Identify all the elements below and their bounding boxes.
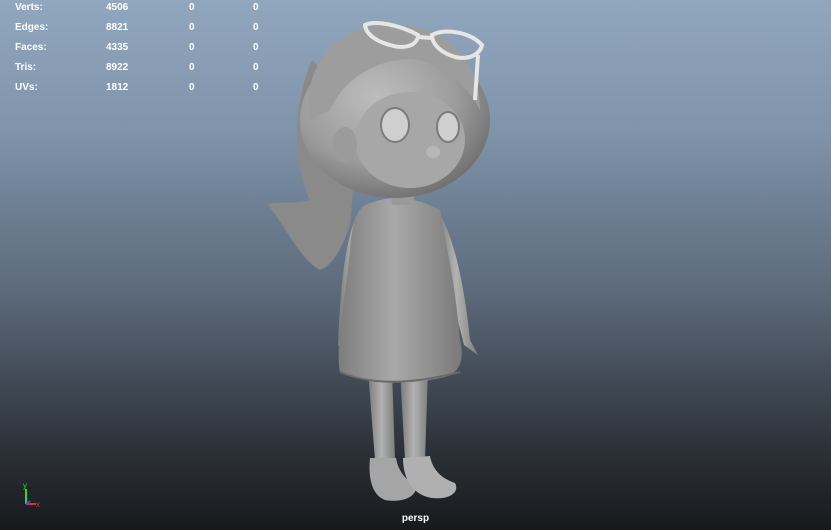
hud-row-uvs: UVs: 1812 0 0: [15, 80, 275, 100]
hud-value: 0: [189, 22, 195, 33]
hud-value: 0: [189, 42, 195, 53]
axis-gizmo-icon: y x: [23, 481, 40, 509]
hud-value: 0: [253, 2, 259, 13]
hud-label: Verts:: [15, 2, 43, 13]
hud-row-edges: Edges: 8821 0 0: [15, 20, 275, 40]
camera-name-label: persp: [401, 513, 430, 524]
hud-value: 0: [189, 82, 195, 93]
hud-row-faces: Faces: 4335 0 0: [15, 40, 275, 60]
hud-label: UVs:: [15, 82, 38, 93]
hud-value: 4335: [106, 42, 129, 53]
hud-label: Edges:: [15, 22, 49, 33]
hud-value: 4506: [106, 2, 129, 13]
hud-value: 0: [253, 82, 259, 93]
hud-value: 1812: [106, 82, 129, 93]
hud-value: 0: [253, 62, 259, 73]
hud-value: 0: [253, 22, 259, 33]
hud-label: Tris:: [15, 62, 37, 73]
hud-value: 0: [253, 42, 259, 53]
hud-value: 0: [189, 62, 195, 73]
x-axis-label: x: [36, 500, 40, 509]
3d-viewport[interactable]: Verts: 4506 0 0 Edges: 8821 0 0 Faces: 4…: [0, 0, 831, 530]
hud-value: 8821: [106, 22, 129, 33]
hud-value: 8922: [106, 62, 129, 73]
hud-row-tris: Tris: 8922 0 0: [15, 60, 275, 80]
hud-row-verts: Verts: 4506 0 0: [15, 0, 275, 20]
y-axis-label: y: [23, 481, 27, 490]
hud-value: 0: [189, 2, 195, 13]
hud-label: Faces:: [15, 42, 47, 53]
poly-count-hud: Verts: 4506 0 0 Edges: 8821 0 0 Faces: 4…: [15, 0, 275, 100]
